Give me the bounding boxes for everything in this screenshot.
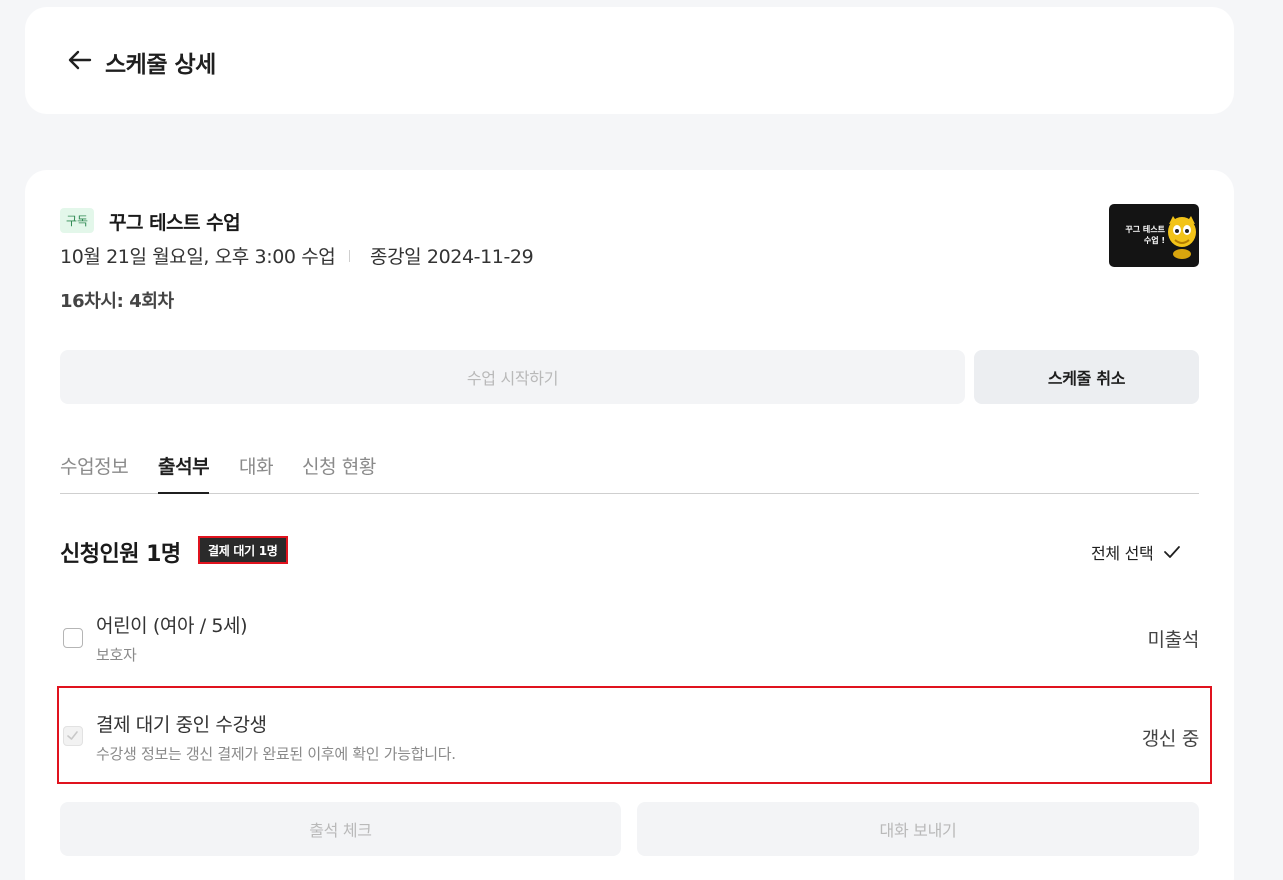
student-guardian: 보호자 [96, 646, 137, 664]
pending-student-notice: 수강생 정보는 갱신 결제가 완료된 이후에 확인 가능합니다. [96, 745, 456, 763]
tab-class-info[interactable]: 수업정보 [60, 452, 129, 494]
arrow-left-icon[interactable] [65, 45, 95, 75]
payment-pending-badge: 결제 대기 1명 [198, 536, 288, 564]
attendance-status: 미출석 [1147, 629, 1199, 651]
check-icon [1164, 546, 1181, 558]
student-checkbox[interactable] [63, 628, 83, 648]
applicant-count: 신청인원 1명 [60, 542, 181, 567]
send-message-button[interactable]: 대화 보내기 [637, 802, 1199, 856]
tab-bar: 수업정보 출석부 대화 신청 현황 [60, 452, 1199, 494]
student-name: 어린이 (여아 / 5세) [96, 615, 248, 637]
tab-application-status[interactable]: 신청 현황 [302, 452, 376, 494]
student-checkbox-disabled [63, 726, 83, 746]
schedule-detail-card: 구독 꾸그 테스트 수업 10월 21일 월요일, 오후 3:00 수업 종강일… [25, 170, 1234, 880]
header-card: 스케줄 상세 [25, 7, 1234, 114]
tab-chat[interactable]: 대화 [239, 452, 274, 494]
cancel-schedule-button[interactable]: 스케줄 취소 [974, 350, 1199, 404]
select-all-button[interactable]: 전체 선택 [1091, 540, 1181, 564]
tab-attendance[interactable]: 출석부 [158, 452, 210, 494]
mascot-icon [1168, 216, 1196, 259]
class-datetime: 10월 21일 월요일, 오후 3:00 수업 [60, 246, 336, 268]
date-divider [349, 250, 350, 262]
subscription-badge: 구독 [60, 208, 95, 233]
class-thumbnail: 꾸그 테스트 수업 ! [1109, 204, 1199, 267]
page-title: 스케줄 상세 [105, 52, 216, 78]
session-info: 16차시: 4회차 [60, 291, 174, 312]
class-end-date: 종강일 2024-11-29 [370, 246, 534, 268]
class-title: 꾸그 테스트 수업 [109, 212, 241, 234]
select-all-label: 전체 선택 [1091, 544, 1154, 563]
check-icon [67, 731, 78, 740]
start-class-button[interactable]: 수업 시작하기 [60, 350, 965, 404]
attendance-check-button[interactable]: 출석 체크 [60, 802, 621, 856]
renewal-status: 갱신 중 [1141, 728, 1200, 750]
thumbnail-text: 꾸그 테스트 수업 ! [1125, 225, 1165, 245]
pending-student-name: 결제 대기 중인 수강생 [96, 714, 267, 736]
